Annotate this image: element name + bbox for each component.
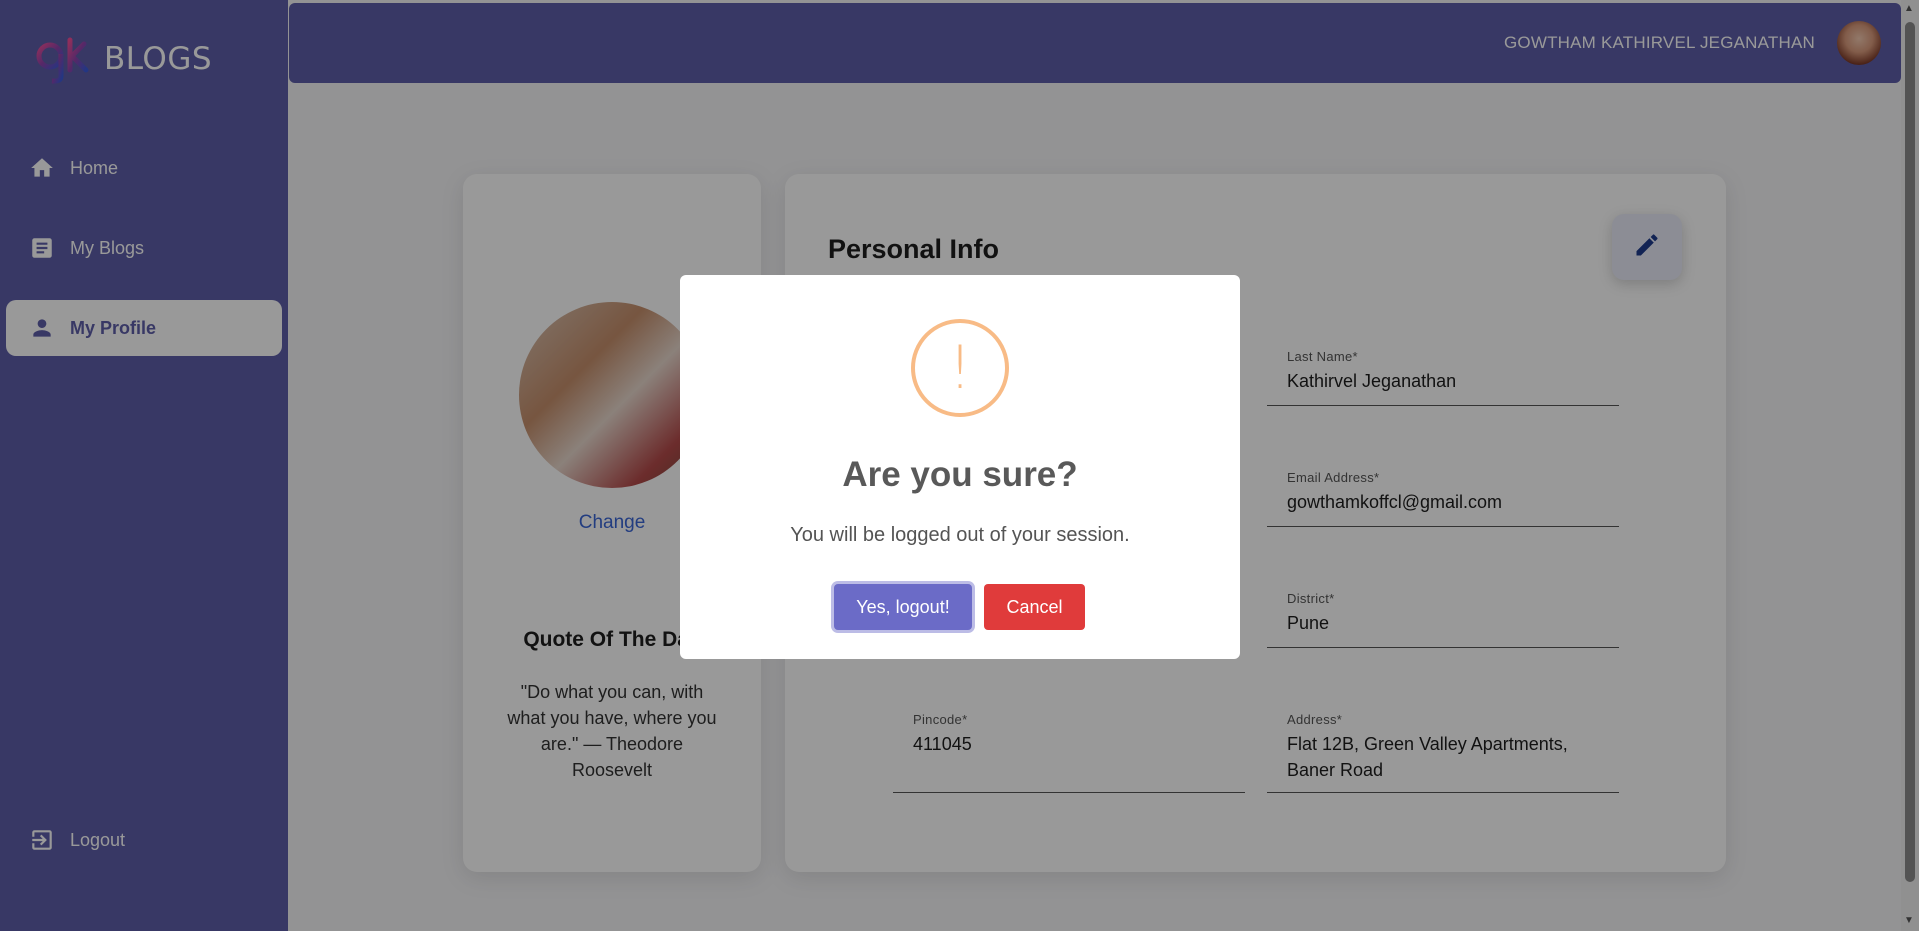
confirm-logout-button[interactable]: Yes, logout! [834,584,972,630]
logout-confirm-dialog: ! Are you sure? You will be logged out o… [680,275,1240,659]
dialog-message: You will be logged out of your session. [790,524,1130,546]
warning-icon: ! [911,319,1009,417]
cancel-button[interactable]: Cancel [984,584,1085,630]
dialog-title: Are you sure? [842,455,1078,494]
